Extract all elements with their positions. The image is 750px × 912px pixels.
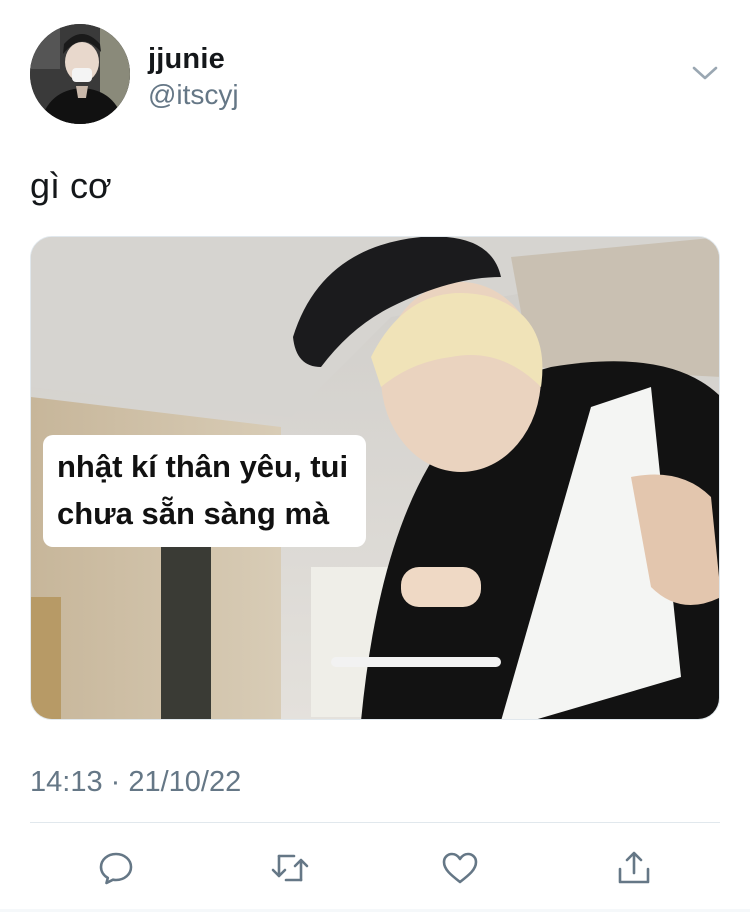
share-icon[interactable] [612,846,656,890]
caption-line-1: nhật kí thân yêu, tui [57,449,349,484]
display-name[interactable]: jjunie [148,42,239,76]
tweet-media-image[interactable]: nhật kí thân yêu, tui chưa sẵn sàng mà [30,236,720,720]
heart-icon[interactable] [438,846,482,890]
retweet-icon[interactable] [268,846,312,890]
meme-caption: nhật kí thân yêu, tui chưa sẵn sàng mà [43,435,367,547]
chevron-down-icon[interactable] [690,62,720,84]
tweet-actions [30,842,720,892]
user-handle[interactable]: @itscyj [148,78,239,112]
avatar[interactable] [30,24,130,124]
tweet-header: jjunie @itscyj [30,24,720,124]
avatar-photo [30,24,130,124]
tweet-timestamp[interactable]: 14:13 · 21/10/22 [30,764,241,800]
divider [30,822,720,823]
user-names: jjunie @itscyj [148,42,239,112]
comment-icon[interactable] [94,846,138,890]
caption-line-2: chưa sẵn sàng mà [57,496,330,531]
tweet-text: gì cơ [30,165,112,206]
